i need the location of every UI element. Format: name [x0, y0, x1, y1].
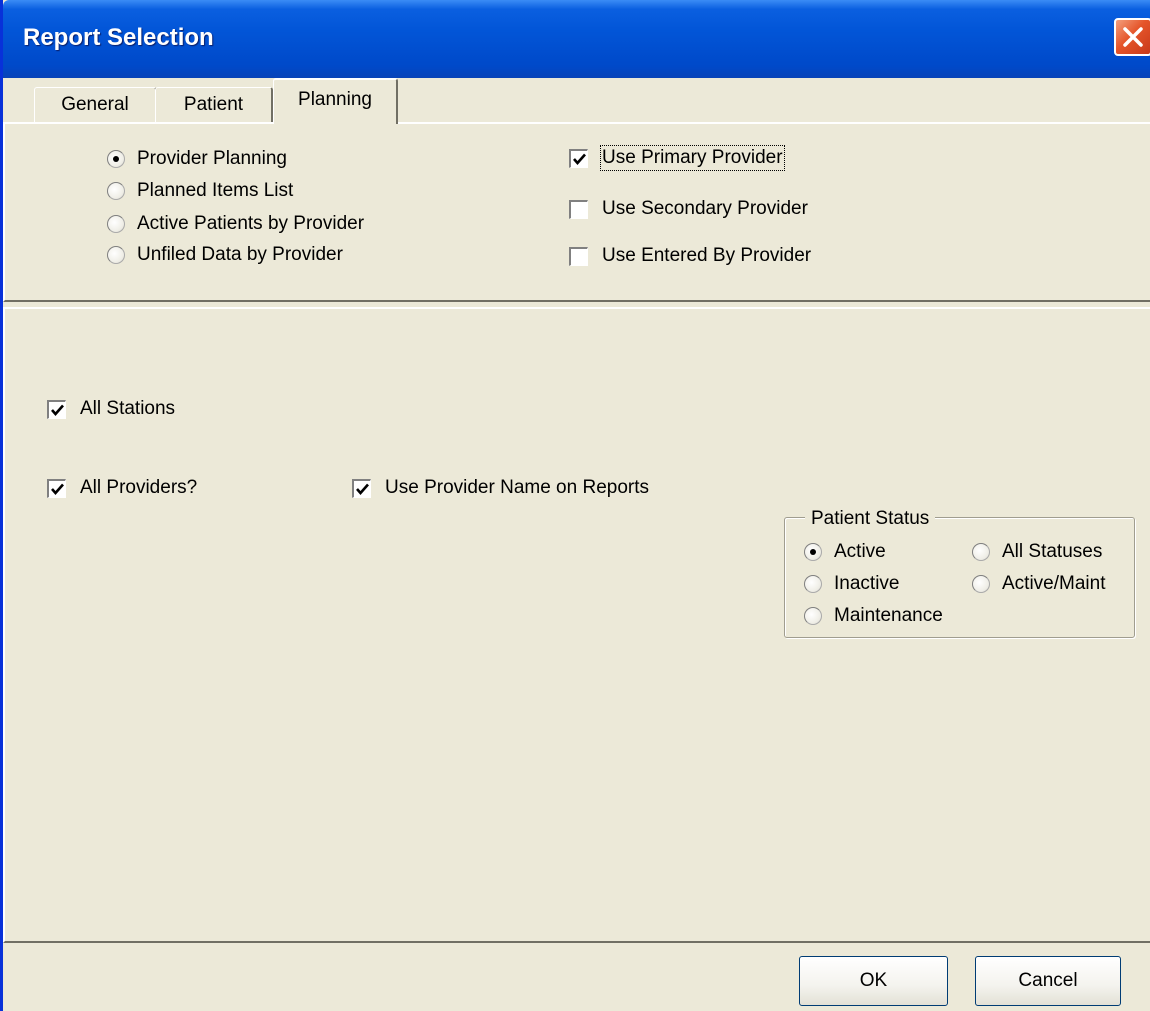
- checkbox-checked[interactable]: [352, 478, 371, 498]
- checkbox-label: Use Secondary Provider: [602, 198, 808, 219]
- checkbox-use-primary-provider[interactable]: Use Primary Provider: [569, 145, 785, 171]
- radio-label: All Statuses: [1002, 541, 1103, 562]
- radio-status-all-statuses[interactable]: All Statuses: [972, 541, 1102, 563]
- radio-label: Unfiled Data by Provider: [137, 244, 343, 265]
- checkbox-label: Use Primary Provider: [600, 145, 785, 171]
- checkmark-icon: [51, 404, 64, 416]
- ok-button-label: OK: [859, 970, 888, 991]
- tab-general[interactable]: General: [34, 87, 157, 123]
- radio-label: Maintenance: [834, 605, 943, 626]
- tab-patient[interactable]: Patient: [155, 87, 273, 123]
- radio-button[interactable]: [804, 575, 822, 593]
- radio-label: Active Patients by Provider: [137, 213, 365, 234]
- radio-unfiled-data-by-provider[interactable]: Unfiled Data by Provider: [107, 244, 343, 266]
- checkbox-checked[interactable]: [569, 148, 588, 168]
- checkbox[interactable]: [569, 199, 588, 219]
- tab-planning[interactable]: Planning: [273, 78, 398, 124]
- radio-button-checked[interactable]: [107, 150, 125, 168]
- radio-button[interactable]: [972, 543, 990, 561]
- radio-status-inactive[interactable]: Inactive: [804, 573, 899, 595]
- radio-status-active[interactable]: Active: [804, 541, 886, 563]
- radio-button[interactable]: [972, 575, 990, 593]
- checkbox-label: Use Entered By Provider: [602, 245, 812, 266]
- radio-active-patients-by-provider[interactable]: Active Patients by Provider: [107, 213, 364, 235]
- checkbox-label: All Providers?: [80, 477, 198, 498]
- patient-status-title: Patient Status: [805, 508, 936, 530]
- checkbox-use-provider-name-on-reports[interactable]: Use Provider Name on Reports: [352, 477, 649, 499]
- checkmark-icon: [356, 483, 369, 495]
- checkbox[interactable]: [569, 246, 588, 266]
- radio-button[interactable]: [107, 215, 125, 233]
- radio-provider-planning[interactable]: Provider Planning: [107, 148, 287, 170]
- radio-button[interactable]: [107, 182, 125, 200]
- radio-status-active-maint[interactable]: Active/Maint: [972, 573, 1105, 595]
- cancel-button[interactable]: Cancel: [975, 956, 1121, 1006]
- radio-label: Planned Items List: [137, 180, 294, 201]
- checkbox-checked[interactable]: [47, 399, 66, 419]
- close-icon: [1123, 27, 1143, 47]
- checkbox-label: Use Provider Name on Reports: [385, 477, 649, 498]
- checkbox-all-providers[interactable]: All Providers?: [47, 477, 197, 499]
- title-bar[interactable]: Report Selection: [3, 0, 1150, 78]
- window-title: Report Selection: [23, 24, 214, 51]
- checkbox-use-entered-by-provider[interactable]: Use Entered By Provider: [569, 245, 811, 267]
- checkbox-use-secondary-provider[interactable]: Use Secondary Provider: [569, 198, 808, 220]
- close-button[interactable]: [1114, 18, 1150, 56]
- checkbox-all-stations[interactable]: All Stations: [47, 398, 175, 420]
- radio-label: Active/Maint: [1002, 573, 1106, 594]
- radio-button[interactable]: [107, 246, 125, 264]
- radio-button[interactable]: [804, 607, 822, 625]
- checkbox-label: All Stations: [80, 398, 176, 419]
- checkmark-icon: [573, 153, 586, 165]
- radio-label: Inactive: [834, 573, 900, 594]
- radio-label: Active: [834, 541, 886, 562]
- radio-button-checked[interactable]: [804, 543, 822, 561]
- cancel-button-label: Cancel: [1018, 970, 1078, 991]
- checkbox-checked[interactable]: [47, 478, 66, 498]
- radio-status-maintenance[interactable]: Maintenance: [804, 605, 943, 627]
- radio-planned-items-list[interactable]: Planned Items List: [107, 180, 293, 202]
- radio-label: Provider Planning: [137, 148, 287, 169]
- checkmark-icon: [51, 483, 64, 495]
- report-selection-dialog: Report Selection General Patient Plannin…: [0, 0, 1150, 1011]
- ok-button[interactable]: OK: [799, 956, 948, 1006]
